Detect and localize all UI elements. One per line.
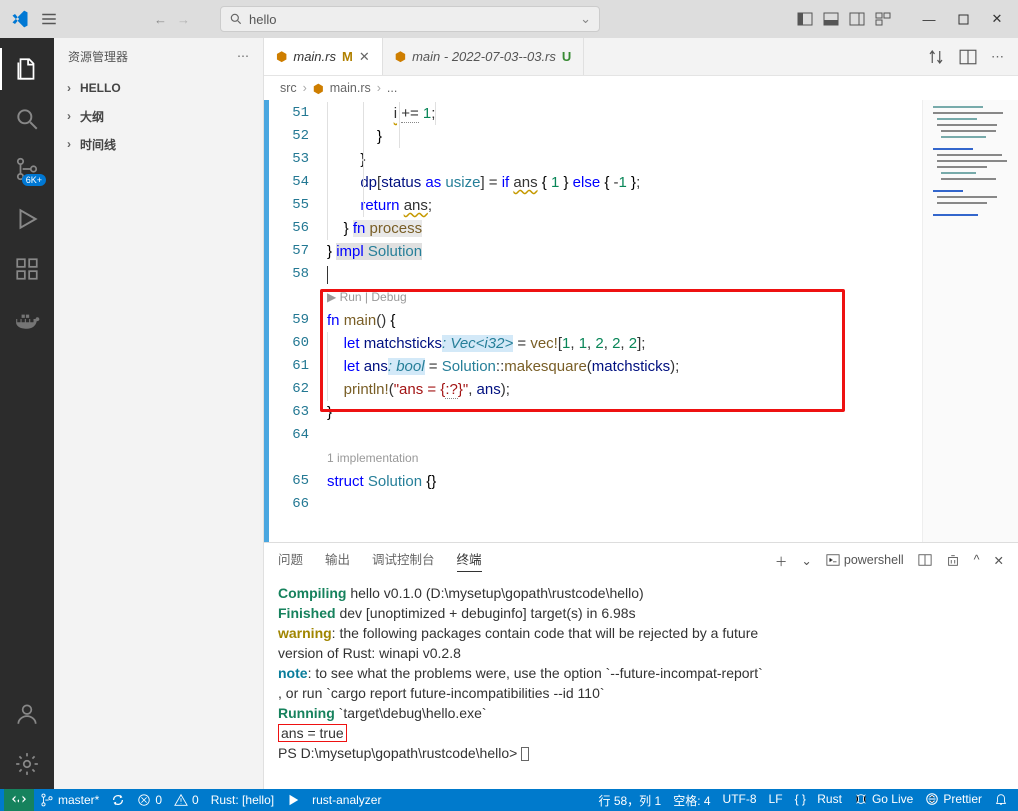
activity-docker-icon[interactable] [0,294,54,344]
split-editor-icon[interactable] [959,48,977,66]
window-close-button[interactable]: ✕ [982,4,1012,34]
status-eol[interactable]: LF [763,792,789,806]
terminal-new-icon[interactable]: ＋ [775,551,788,570]
status-go-live[interactable]: Go Live [848,792,919,806]
terminal-dropdown-icon[interactable]: ⌄ [801,553,811,568]
terminal-maximize-icon[interactable]: ^ [974,553,980,567]
tab-more-icon[interactable]: ⋯ [991,49,1004,65]
nav-forward-icon[interactable]: → [177,12,190,27]
layout-customize-icon[interactable] [872,8,894,30]
activity-search-icon[interactable] [0,94,54,144]
status-run-icon[interactable] [280,789,306,811]
status-encoding[interactable]: UTF-8 [717,792,763,806]
sidebar-title: 资源管理器 ⋯ [54,38,263,74]
codelens-run-debug[interactable]: ▶ Run | Debug [327,290,407,304]
minimap[interactable] [922,100,1018,542]
sidebar-section-hello[interactable]: ›HELLO [54,74,263,102]
nav-back-icon[interactable]: ← [154,12,167,27]
compare-changes-icon[interactable] [927,48,945,66]
activity-accounts-icon[interactable] [0,689,54,739]
command-center[interactable]: hello ⌄ [220,6,600,32]
layout-sidebar-left-icon[interactable] [794,8,816,30]
status-bar: master* 0 0 Rust: [hello] rust-analyzer … [0,789,1018,811]
status-rust-project[interactable]: Rust: [hello] [205,789,280,811]
layout-sidebar-right-icon[interactable] [846,8,868,30]
status-remote-icon[interactable] [4,789,34,811]
chevron-down-icon[interactable]: ⌄ [580,11,591,27]
status-warnings[interactable]: 0 [168,789,205,811]
sidebar-section-timeline[interactable]: ›时间线 [54,130,263,158]
line-gutter: 515253 545556 5758 . 596061 626364 . 656… [264,100,327,542]
terminal-close-icon[interactable]: ✕ [994,553,1004,568]
codelens-implementations[interactable]: 1 implementation [327,451,418,465]
search-icon [229,12,243,26]
minimize-button[interactable]: — [914,4,944,34]
tab-actions: ⋯ [927,38,1018,75]
status-notifications-icon[interactable] [988,792,1014,806]
activity-source-control-icon[interactable]: 6K+ [0,144,54,194]
panel-tab-debug-console[interactable]: 调试控制台 [372,549,435,571]
panel-tab-problems[interactable]: 问题 [278,549,303,571]
activity-run-debug-icon[interactable] [0,194,54,244]
sidebar-section-outline[interactable]: ›大纲 [54,102,263,130]
panel-tab-terminal[interactable]: 终端 [457,549,482,572]
terminal-kill-icon[interactable] [946,553,960,567]
nav-arrows: ← → [154,12,190,27]
tab-main-backup-rs[interactable]: ⬢ main - 2022-07-03--03.rs U [383,38,585,75]
tab-close-icon[interactable]: ✕ [359,49,370,65]
titlebar: ← → hello ⌄ — ✕ [0,0,1018,38]
editor-tabs: ⬢ main.rs M ✕ ⬢ main - 2022-07-03--03.rs… [264,38,1018,76]
maximize-button[interactable] [948,4,978,34]
layout-controls [794,8,894,30]
code-area[interactable]: i += 1; } } dp[status as usize] = if ans… [327,100,922,542]
status-sync-icon[interactable] [105,789,131,811]
minimap-content [923,100,1018,500]
panel-tab-output[interactable]: 输出 [325,549,350,571]
status-prettier[interactable]: Prettier [919,792,988,806]
tab-main-rs[interactable]: ⬢ main.rs M ✕ [264,38,383,75]
search-text: hello [249,12,276,27]
status-cursor-position[interactable]: 行 58，列 1 [593,792,668,809]
terminal-split-icon[interactable] [918,553,932,567]
activity-extensions-icon[interactable] [0,244,54,294]
status-errors[interactable]: 0 [131,789,168,811]
status-language[interactable]: { } Rust [789,792,848,806]
explorer-sidebar: 资源管理器 ⋯ ›HELLO ›大纲 ›时间线 [54,38,264,789]
rust-file-icon: ⬢ [276,49,287,65]
panel-tabs: 问题 输出 调试控制台 终端 ＋ ⌄ powershell ^ ✕ [264,543,1018,577]
sidebar-more-icon[interactable]: ⋯ [237,49,249,63]
terminal-shell-label[interactable]: powershell [826,553,904,567]
scm-badge: 6K+ [22,174,46,186]
code-editor[interactable]: 515253 545556 5758 . 596061 626364 . 656… [264,100,1018,542]
layout-panel-icon[interactable] [820,8,842,30]
editor-group: ⬢ main.rs M ✕ ⬢ main - 2022-07-03--03.rs… [264,38,1018,789]
breadcrumb[interactable]: src › ⬢ main.rs › ... [264,76,1018,100]
status-branch[interactable]: master* [34,789,105,811]
activity-settings-icon[interactable] [0,739,54,789]
activity-bar: 6K+ [0,38,54,789]
vscode-logo-icon [6,5,34,33]
terminal-body[interactable]: Compiling hello v0.1.0 (D:\mysetup\gopat… [264,577,1018,789]
status -analyzer[interactable]: rust-analyzer [306,789,387,811]
activity-explorer-icon[interactable] [0,44,54,94]
terminal-panel: 问题 输出 调试控制台 终端 ＋ ⌄ powershell ^ ✕ Compil… [264,542,1018,789]
app-menu-button[interactable] [34,4,64,34]
rust-file-icon: ⬢ [395,49,406,65]
highlight-ans-true: ans = true [278,724,347,742]
window-controls: — ✕ [914,4,1012,34]
status-indentation[interactable]: 空格: 4 [667,792,716,809]
